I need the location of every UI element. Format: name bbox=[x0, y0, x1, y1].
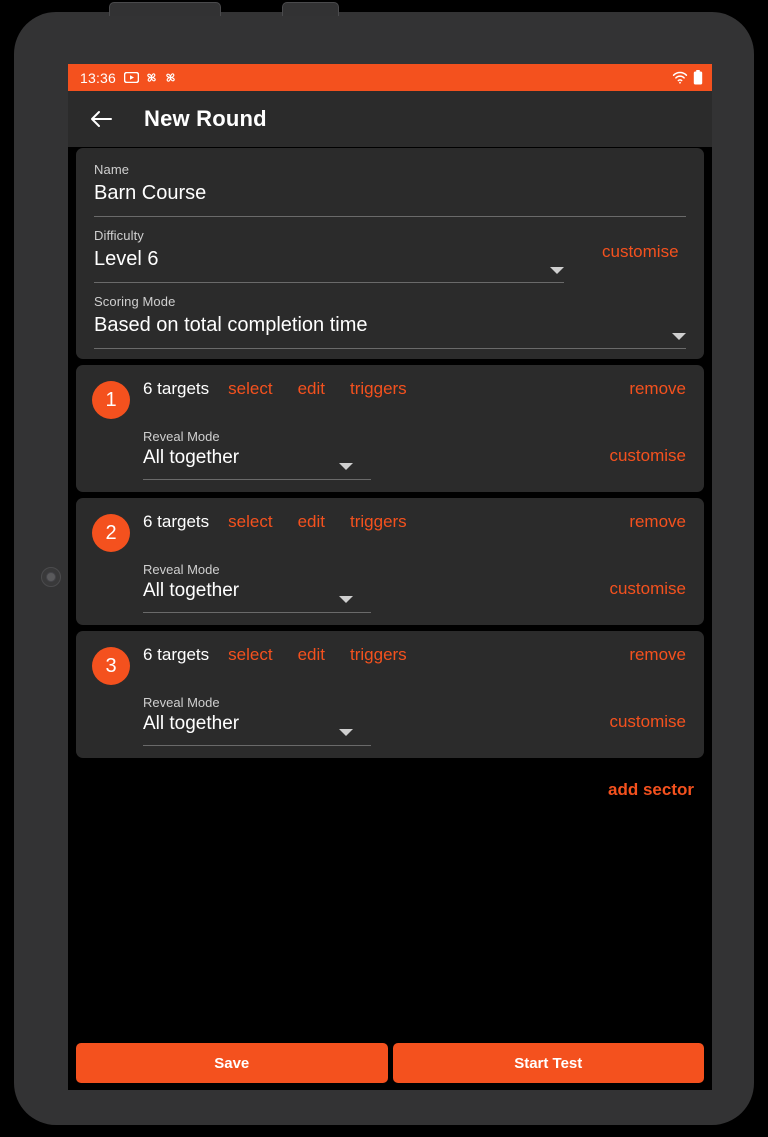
sector-header-row: 3 6 targets select edit triggers remove bbox=[92, 645, 686, 685]
select-link[interactable]: select bbox=[228, 379, 272, 399]
sector-actions: select edit triggers bbox=[228, 645, 407, 665]
name-label: Name bbox=[94, 162, 130, 177]
device-frame: 13:36 New Round Name Barn Course Difficu… bbox=[14, 2, 754, 1125]
reveal-mode-value[interactable]: All together bbox=[143, 577, 371, 602]
reveal-mode-value[interactable]: All together bbox=[143, 444, 371, 469]
sector-number-badge[interactable]: 2 bbox=[92, 514, 130, 552]
edit-link[interactable]: edit bbox=[298, 512, 325, 532]
difficulty-underline bbox=[94, 282, 564, 283]
reveal-mode-underline bbox=[143, 745, 371, 746]
reveal-mode-underline bbox=[143, 479, 371, 480]
device-screen: 13:36 New Round Name Barn Course Difficu… bbox=[68, 64, 712, 1090]
round-details-card: Name Barn Course Difficulty Level 6 cust… bbox=[76, 148, 704, 359]
select-link[interactable]: select bbox=[228, 512, 272, 532]
sector-header-row: 1 6 targets select edit triggers remove bbox=[92, 379, 686, 419]
edit-link[interactable]: edit bbox=[298, 645, 325, 665]
select-link[interactable]: select bbox=[228, 645, 272, 665]
difficulty-row: Difficulty Level 6 customise bbox=[94, 228, 686, 283]
sector-customise-link[interactable]: customise bbox=[609, 446, 686, 466]
reveal-mode-field[interactable]: Reveal Mode All together bbox=[143, 562, 371, 613]
sector-header-text: 6 targets select edit triggers remove bbox=[143, 379, 686, 399]
sector-header-text: 6 targets select edit triggers remove bbox=[143, 645, 686, 665]
sector-customise-link[interactable]: customise bbox=[609, 712, 686, 732]
difficulty-customise-link[interactable]: customise bbox=[602, 242, 679, 262]
add-sector-button[interactable]: add sector bbox=[608, 780, 694, 800]
targets-count: 6 targets bbox=[143, 379, 210, 398]
difficulty-value[interactable]: Level 6 bbox=[94, 243, 564, 271]
wifi-icon bbox=[672, 71, 688, 84]
sector-actions: select edit triggers bbox=[228, 379, 407, 399]
bottom-action-bar: Save Start Test bbox=[68, 1037, 712, 1090]
youtube-icon bbox=[124, 72, 140, 83]
sector-card: 1 6 targets select edit triggers remove Reveal… bbox=[76, 365, 704, 492]
sector-reveal-row: Reveal Mode All together customise bbox=[92, 562, 686, 613]
reveal-mode-label: Reveal Mode bbox=[143, 562, 220, 577]
sector-number-badge[interactable]: 1 bbox=[92, 381, 130, 419]
sector-card: 2 6 targets select edit triggers remove Reveal… bbox=[76, 498, 704, 625]
reveal-mode-underline bbox=[143, 612, 371, 613]
reveal-mode-label: Reveal Mode bbox=[143, 429, 220, 444]
chevron-down-icon[interactable] bbox=[339, 463, 353, 470]
sector-reveal-row: Reveal Mode All together customise bbox=[92, 429, 686, 480]
app-bar: New Round bbox=[68, 91, 712, 147]
pinwheel-icon bbox=[147, 73, 156, 82]
content-area: Name Barn Course Difficulty Level 6 cust… bbox=[68, 148, 712, 1090]
difficulty-field[interactable]: Difficulty Level 6 bbox=[94, 228, 564, 283]
sector-header-row: 2 6 targets select edit triggers remove bbox=[92, 512, 686, 552]
chevron-down-icon[interactable] bbox=[339, 729, 353, 736]
sector-customise-link[interactable]: customise bbox=[609, 579, 686, 599]
status-clock: 13:36 bbox=[80, 69, 117, 86]
targets-count: 6 targets bbox=[143, 645, 210, 664]
reveal-mode-label: Reveal Mode bbox=[143, 695, 220, 710]
scoring-mode-underline bbox=[94, 348, 686, 349]
start-test-button[interactable]: Start Test bbox=[392, 1043, 704, 1083]
save-button[interactable]: Save bbox=[76, 1043, 388, 1083]
chevron-down-icon[interactable] bbox=[672, 333, 686, 340]
status-bar: 13:36 bbox=[68, 64, 712, 91]
scoring-mode-field[interactable]: Scoring Mode Based on total completion t… bbox=[94, 294, 686, 349]
battery-icon bbox=[693, 70, 703, 85]
pinwheel-icon bbox=[166, 73, 175, 82]
sector-number-badge[interactable]: 3 bbox=[92, 647, 130, 685]
remove-link[interactable]: remove bbox=[629, 512, 686, 532]
triggers-link[interactable]: triggers bbox=[350, 512, 407, 532]
sector-header-text: 6 targets select edit triggers remove bbox=[143, 512, 686, 532]
difficulty-label: Difficulty bbox=[94, 228, 144, 243]
scoring-mode-label: Scoring Mode bbox=[94, 294, 176, 309]
name-underline bbox=[94, 216, 686, 217]
status-left-icons bbox=[124, 71, 177, 84]
chevron-down-icon[interactable] bbox=[339, 596, 353, 603]
scoring-mode-value[interactable]: Based on total completion time bbox=[94, 309, 686, 337]
targets-count: 6 targets bbox=[143, 512, 210, 531]
sector-list: 1 6 targets select edit triggers remove Reveal… bbox=[68, 365, 712, 758]
edit-link[interactable]: edit bbox=[298, 379, 325, 399]
status-right-icons bbox=[672, 70, 703, 85]
power-button[interactable] bbox=[282, 2, 339, 16]
add-sector-row: add sector bbox=[68, 764, 712, 800]
page-title: New Round bbox=[144, 106, 267, 131]
remove-link[interactable]: remove bbox=[629, 645, 686, 665]
name-field[interactable]: Name Barn Course bbox=[94, 162, 686, 217]
remove-link[interactable]: remove bbox=[629, 379, 686, 399]
triggers-link[interactable]: triggers bbox=[350, 645, 407, 665]
reveal-mode-field[interactable]: Reveal Mode All together bbox=[143, 429, 371, 480]
camera-lens-icon bbox=[41, 567, 61, 587]
volume-button[interactable] bbox=[109, 2, 221, 16]
sector-reveal-row: Reveal Mode All together customise bbox=[92, 695, 686, 746]
sector-actions: select edit triggers bbox=[228, 512, 407, 532]
chevron-down-icon[interactable] bbox=[550, 267, 564, 274]
name-input[interactable]: Barn Course bbox=[94, 177, 686, 205]
sector-card: 3 6 targets select edit triggers remove Reveal… bbox=[76, 631, 704, 758]
back-arrow-icon[interactable] bbox=[88, 106, 114, 132]
reveal-mode-value[interactable]: All together bbox=[143, 710, 371, 735]
reveal-mode-field[interactable]: Reveal Mode All together bbox=[143, 695, 371, 746]
triggers-link[interactable]: triggers bbox=[350, 379, 407, 399]
